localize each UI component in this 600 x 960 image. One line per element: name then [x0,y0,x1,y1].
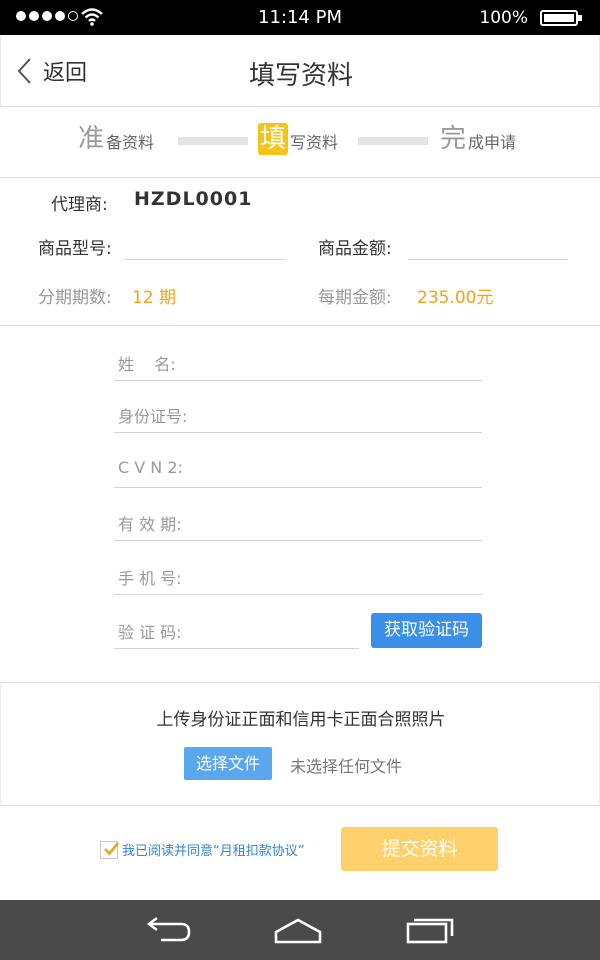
name-label: 姓 名: [118,355,176,374]
android-navigation-bar [0,900,600,960]
installments-value: 12 期 [132,288,177,308]
cvn-label: C V N 2: [118,458,183,477]
order-info: 代理商: HZDL0001 商品型号: 商品金额: 分期期数: 12 期 每期金… [0,178,600,326]
phone-label: 手 机 号: [118,569,182,588]
back-label: 返回 [43,61,88,86]
model-label: 商品型号: [38,239,112,259]
nav-header: 返回 填写资料 [0,35,600,107]
phone-input[interactable] [200,561,482,589]
step-complete-small: 成申请 [468,133,517,152]
agent-label: 代理商: [51,195,108,215]
expiry-input[interactable] [200,507,482,535]
applicant-form: 姓 名: 身份证号: C V N 2: 有 效 期: 手 机 号: 验 证 码:… [0,326,600,682]
step-complete-big: 完 [440,124,467,154]
code-label: 验 证 码: [118,623,182,642]
home-nav-icon[interactable] [272,914,324,946]
agreement: 我已阅读并同意“月租扣款协议” [100,840,304,859]
step-prepare-big: 准 [78,124,105,154]
agreement-link[interactable]: 我已阅读并同意“月租扣款协议” [122,840,304,859]
installments-label: 分期期数: [38,288,112,308]
cvn2-input[interactable] [200,454,482,482]
no-file-text: 未选择任何文件 [290,757,403,776]
upload-section: 上传身份证正面和信用卡正面合照照片 选择文件 未选择任何文件 [0,682,600,806]
step-fill-small: 写资料 [290,133,339,152]
name-input[interactable] [200,347,482,375]
recent-apps-icon[interactable] [404,914,456,946]
page-title: 填写资料 [248,61,353,91]
back-nav-icon[interactable] [141,914,193,946]
choose-file-button[interactable]: 选择文件 [184,747,272,780]
cvn-row: C V N 2: [114,444,482,488]
submit-button[interactable]: 提交资料 [341,827,498,871]
get-code-button[interactable]: 获取验证码 [371,613,482,648]
check-icon [104,841,120,855]
expiry-row: 有 效 期: [114,497,482,541]
amount-label: 商品金额: [318,239,392,259]
step-fill-big: 填 [258,123,288,155]
step-prepare-small: 备资料 [106,133,155,152]
agreement-checkbox[interactable] [100,840,120,859]
phone-row: 手 机 号: [114,551,482,595]
expiry-label: 有 效 期: [118,515,182,534]
progress-steps: 准 备资料 填 写资料 完 成申请 [0,107,600,178]
agent-value: HZDL0001 [134,188,253,210]
step-connector-2 [358,137,428,145]
code-row: 验 证 码: [114,605,359,649]
step-complete: 完 成申请 [440,123,516,155]
step-fill: 填 写资料 [258,123,338,155]
step-prepare: 准 备资料 [78,123,154,155]
name-row: 姓 名: [114,337,482,381]
per-period-label: 每期金额: [318,288,392,308]
battery-icon [540,10,582,26]
verification-code-input[interactable] [200,615,359,643]
back-button[interactable]: 返回 [15,55,87,87]
status-bar: 11:14 PM 100% [0,0,600,35]
model-underline [125,259,285,260]
chevron-left-icon [17,58,31,84]
id-label: 身份证号: [118,407,188,426]
step-connector-1 [178,137,248,145]
id-row: 身份证号: [114,389,482,433]
upload-title: 上传身份证正面和信用卡正面合照照片 [156,710,446,730]
id-number-input[interactable] [200,399,482,427]
battery-percentage: 100% [479,8,528,28]
per-period-value: 235.00元 [417,288,494,308]
amount-underline [408,259,568,260]
